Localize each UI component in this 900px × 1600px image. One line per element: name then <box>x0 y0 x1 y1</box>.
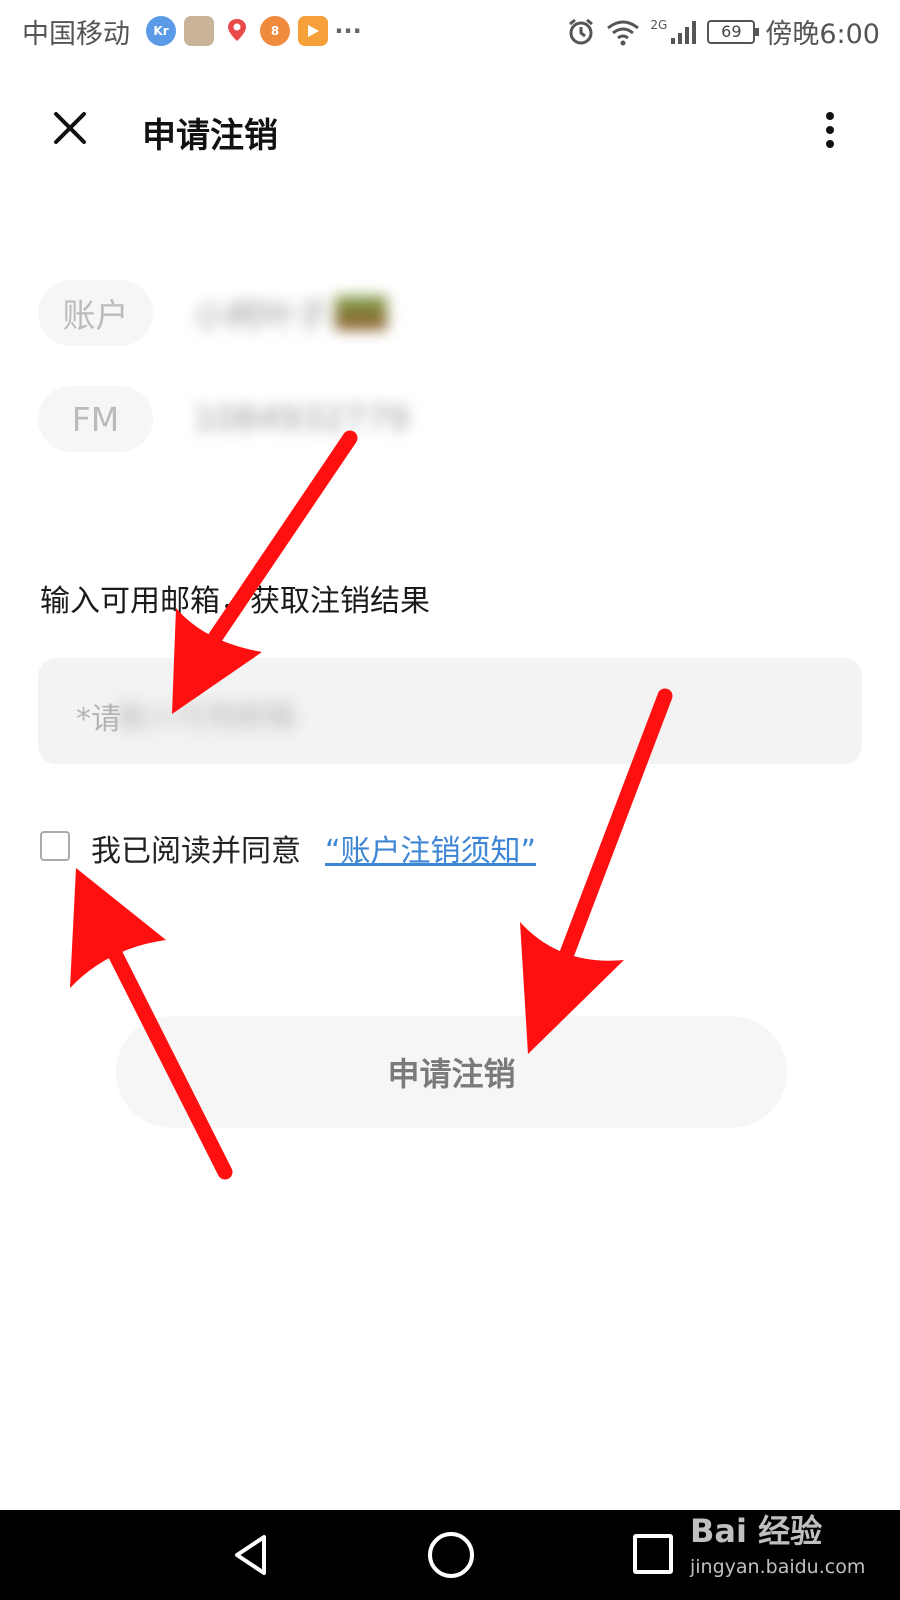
more-notifications-icon: ··· <box>334 17 362 45</box>
terms-link[interactable]: “账户注销须知” <box>325 826 536 870</box>
back-icon[interactable] <box>228 1532 274 1578</box>
system-status: 2G 69 傍晚6:00 <box>566 12 880 51</box>
carrier-name: 中国移动 <box>22 19 130 50</box>
battery-icon: 69 <box>707 19 760 44</box>
account-value-text: 小柯叶子 <box>193 296 329 337</box>
kuaishou-icon: 8 <box>260 16 290 46</box>
more-dot <box>826 112 834 120</box>
fm-value: 1084932779 <box>193 394 409 444</box>
fm-label: FM <box>38 386 153 452</box>
alarm-icon <box>569 18 594 44</box>
emoji-icon <box>335 296 387 330</box>
fm-row: FM 1084932779 <box>38 386 409 452</box>
more-options-button[interactable] <box>818 108 842 152</box>
email-placeholder: *请 <box>76 702 121 737</box>
notification-icons: Kr 8 ··· <box>146 16 362 46</box>
apply-cancel-button[interactable]: 申请注销 <box>116 1016 787 1128</box>
fm-value-text: 1084932779 <box>193 399 410 439</box>
clock: 傍晚6:00 <box>765 19 880 50</box>
map-app-icon <box>222 16 252 46</box>
signal-icon <box>671 20 697 44</box>
account-value: 小柯叶子 <box>193 288 387 338</box>
more-dot <box>826 140 834 148</box>
status-bar: 中国移动 Kr 8 ··· 2G 69 傍晚6:00 <box>0 0 900 60</box>
more-dot <box>826 126 834 134</box>
watermark-domain: jingyan.baidu.com <box>690 1556 866 1578</box>
page-title: 申请注销 <box>142 116 278 156</box>
photo-app-icon <box>184 16 214 46</box>
network-type: 2G <box>650 17 668 32</box>
36kr-icon: Kr <box>146 16 176 46</box>
wifi-icon <box>607 20 640 45</box>
email-hint: 输入可用邮箱，获取注销结果 <box>40 584 430 619</box>
agree-text: 我已阅读并同意 <box>91 834 301 869</box>
home-icon[interactable] <box>428 1532 474 1578</box>
account-label: 账户 <box>38 280 153 346</box>
video-app-icon <box>298 16 328 46</box>
watermark-brand: Bai 经验 <box>690 1512 823 1550</box>
recent-apps-icon[interactable] <box>633 1534 673 1574</box>
close-icon <box>54 112 86 144</box>
close-button[interactable] <box>50 108 90 148</box>
agree-checkbox[interactable] <box>40 831 70 861</box>
account-row: 账户 小柯叶子 <box>38 280 387 346</box>
baidu-jingyan-watermark: Bai 经验 jingyan.baidu.com <box>690 1498 890 1594</box>
email-placeholder-blurred: 输入可用邮箱 <box>116 700 296 735</box>
